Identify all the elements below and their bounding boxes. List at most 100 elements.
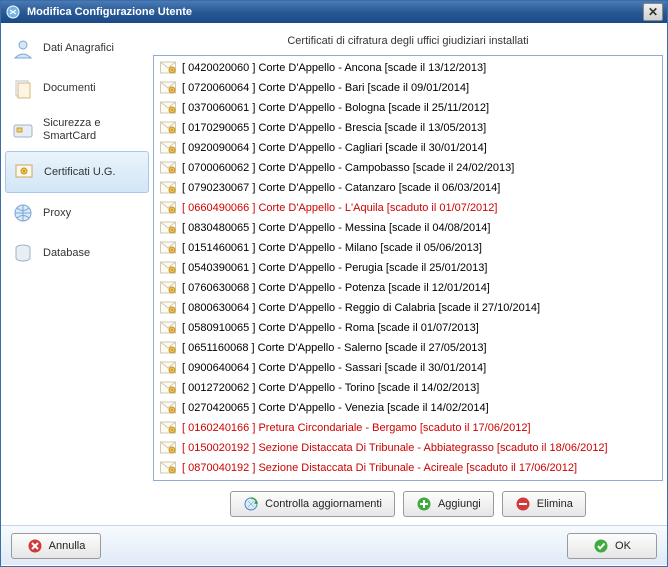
sidebar-item-label: Certificati U.G.: [44, 166, 116, 179]
sidebar-item-label: Sicurezza e SmartCard: [43, 117, 143, 143]
certificate-row[interactable]: [ 0800630064 ] Corte D'Appello - Reggio …: [156, 298, 660, 318]
certificate-icon: [160, 281, 176, 295]
certificate-text: [ 0920090064 ] Corte D'Appello - Cagliar…: [182, 142, 487, 154]
add-button[interactable]: Aggiungi: [403, 491, 494, 517]
delete-button[interactable]: Elimina: [502, 491, 586, 517]
certificate-row[interactable]: [ 0012720062 ] Corte D'Appello - Torino …: [156, 378, 660, 398]
certificate-icon: [160, 161, 176, 175]
certificate-icon: [160, 341, 176, 355]
main-panel: Certificati di cifratura degli uffici gi…: [153, 29, 663, 525]
certificate-text: [ 0760630068 ] Corte D'Appello - Potenza…: [182, 282, 490, 294]
button-label: Elimina: [537, 498, 573, 510]
certificate-row[interactable]: [ 0420020060 ] Corte D'Appello - Ancona …: [156, 58, 660, 78]
close-button[interactable]: ✕: [643, 3, 663, 21]
certificate-text: [ 0170290065 ] Corte D'Appello - Brescia…: [182, 122, 486, 134]
certificate-icon: [160, 461, 176, 475]
certificate-row[interactable]: [ 0651160068 ] Corte D'Appello - Salerno…: [156, 338, 660, 358]
globe-icon: [11, 201, 35, 225]
cancel-button[interactable]: Annulla: [11, 533, 101, 559]
sidebar-item-documenti[interactable]: Documenti: [5, 69, 149, 109]
certificate-text: [ 0151460061 ] Corte D'Appello - Milano …: [182, 242, 482, 254]
documents-icon: [11, 77, 35, 101]
certificate-icon: [160, 101, 176, 115]
certificate-icon: [12, 160, 36, 184]
actions-bar: Controlla aggiornamenti Aggiungi Elimina: [153, 481, 663, 525]
certificate-text: [ 0720060064 ] Corte D'Appello - Bari [s…: [182, 82, 469, 94]
certificate-row[interactable]: [ 0170290065 ] Corte D'Appello - Brescia…: [156, 118, 660, 138]
certificate-row[interactable]: [ 0160240166 ] Pretura Circondariale - B…: [156, 418, 660, 438]
certificate-icon: [160, 401, 176, 415]
certificate-icon: [160, 181, 176, 195]
cancel-icon: [27, 538, 43, 554]
certificate-icon: [160, 201, 176, 215]
certificate-text: [ 0870040192 ] Sezione Distaccata Di Tri…: [182, 462, 577, 474]
certificate-icon: [160, 441, 176, 455]
plus-icon: [416, 496, 432, 512]
certificate-text: [ 0651160068 ] Corte D'Appello - Salerno…: [182, 342, 487, 354]
certificate-icon: [160, 421, 176, 435]
certificate-icon: [160, 141, 176, 155]
client-area: Dati Anagrafici Documenti Sicurezza e Sm…: [1, 23, 667, 525]
certificate-text: [ 0900640064 ] Corte D'Appello - Sassari…: [182, 362, 486, 374]
sidebar-item-label: Dati Anagrafici: [43, 42, 114, 55]
sidebar-item-database[interactable]: Database: [5, 233, 149, 273]
certificate-icon: [160, 81, 176, 95]
certificate-row[interactable]: [ 0830480065 ] Corte D'Appello - Messina…: [156, 218, 660, 238]
certificate-row[interactable]: [ 0920090064 ] Corte D'Appello - Cagliar…: [156, 138, 660, 158]
ok-icon: [593, 538, 609, 554]
sidebar-item-label: Proxy: [43, 207, 71, 220]
certificate-row[interactable]: [ 0720060064 ] Corte D'Appello - Bari [s…: [156, 78, 660, 98]
user-icon: [11, 37, 35, 61]
sidebar-item-dati-anagrafici[interactable]: Dati Anagrafici: [5, 29, 149, 69]
ok-button[interactable]: OK: [567, 533, 657, 559]
sidebar-item-label: Documenti: [43, 82, 96, 95]
sidebar-item-sicurezza[interactable]: Sicurezza e SmartCard: [5, 109, 149, 151]
certificate-text: [ 0370060061 ] Corte D'Appello - Bologna…: [182, 102, 489, 114]
certificate-text: [ 0580910065 ] Corte D'Appello - Roma [s…: [182, 322, 479, 334]
certificate-row[interactable]: [ 0151460061 ] Corte D'Appello - Milano …: [156, 238, 660, 258]
button-label: Aggiungi: [438, 498, 481, 510]
button-label: Controlla aggiornamenti: [265, 498, 382, 510]
button-label: OK: [615, 540, 631, 552]
certificate-icon: [160, 381, 176, 395]
certificate-row[interactable]: [ 0660490066 ] Corte D'Appello - L'Aquil…: [156, 198, 660, 218]
app-icon: [5, 4, 21, 20]
sidebar-item-label: Database: [43, 247, 90, 260]
certificate-row[interactable]: [ 0900640064 ] Corte D'Appello - Sassari…: [156, 358, 660, 378]
window-title: Modifica Configurazione Utente: [27, 6, 643, 18]
sidebar-item-proxy[interactable]: Proxy: [5, 193, 149, 233]
certificate-text: [ 0160240166 ] Pretura Circondariale - B…: [182, 422, 531, 434]
certificate-icon: [160, 221, 176, 235]
minus-icon: [515, 496, 531, 512]
certificate-text: [ 0270420065 ] Corte D'Appello - Venezia…: [182, 402, 489, 414]
certificate-row[interactable]: [ 0790230067 ] Corte D'Appello - Catanza…: [156, 178, 660, 198]
certificate-text: [ 0420020060 ] Corte D'Appello - Ancona …: [182, 62, 486, 74]
certificate-row[interactable]: [ 0270420065 ] Corte D'Appello - Venezia…: [156, 398, 660, 418]
certificate-text: [ 0540390061 ] Corte D'Appello - Perugia…: [182, 262, 487, 274]
bottom-bar: Annulla OK: [1, 525, 667, 565]
certificate-row[interactable]: [ 0700060062 ] Corte D'Appello - Campoba…: [156, 158, 660, 178]
sidebar-item-certificati[interactable]: Certificati U.G.: [5, 151, 149, 193]
certificate-text: [ 0700060062 ] Corte D'Appello - Campoba…: [182, 162, 514, 174]
database-icon: [11, 241, 35, 265]
certificate-text: [ 0790230067 ] Corte D'Appello - Catanza…: [182, 182, 500, 194]
certificate-icon: [160, 61, 176, 75]
certificate-text: [ 0150020192 ] Sezione Distaccata Di Tri…: [182, 442, 608, 454]
certificate-row[interactable]: [ 0580910065 ] Corte D'Appello - Roma [s…: [156, 318, 660, 338]
certificates-list[interactable]: [ 0420020060 ] Corte D'Appello - Ancona …: [153, 55, 663, 481]
certificate-row[interactable]: [ 0540390061 ] Corte D'Appello - Perugia…: [156, 258, 660, 278]
button-label: Annulla: [49, 540, 86, 552]
certificate-icon: [160, 301, 176, 315]
certificate-text: [ 0800630064 ] Corte D'Appello - Reggio …: [182, 302, 540, 314]
certificate-row[interactable]: [ 0370060061 ] Corte D'Appello - Bologna…: [156, 98, 660, 118]
certificate-row[interactable]: [ 0150020192 ] Sezione Distaccata Di Tri…: [156, 438, 660, 458]
certificate-text: [ 0660490066 ] Corte D'Appello - L'Aquil…: [182, 202, 497, 214]
titlebar: Modifica Configurazione Utente ✕: [1, 1, 667, 23]
certificate-text: [ 0012720062 ] Corte D'Appello - Torino …: [182, 382, 479, 394]
sidebar: Dati Anagrafici Documenti Sicurezza e Sm…: [5, 29, 153, 525]
check-updates-button[interactable]: Controlla aggiornamenti: [230, 491, 395, 517]
certificate-text: [ 0830480065 ] Corte D'Appello - Messina…: [182, 222, 490, 234]
certificate-row[interactable]: [ 0870040192 ] Sezione Distaccata Di Tri…: [156, 458, 660, 478]
certificate-icon: [160, 121, 176, 135]
certificate-row[interactable]: [ 0760630068 ] Corte D'Appello - Potenza…: [156, 278, 660, 298]
